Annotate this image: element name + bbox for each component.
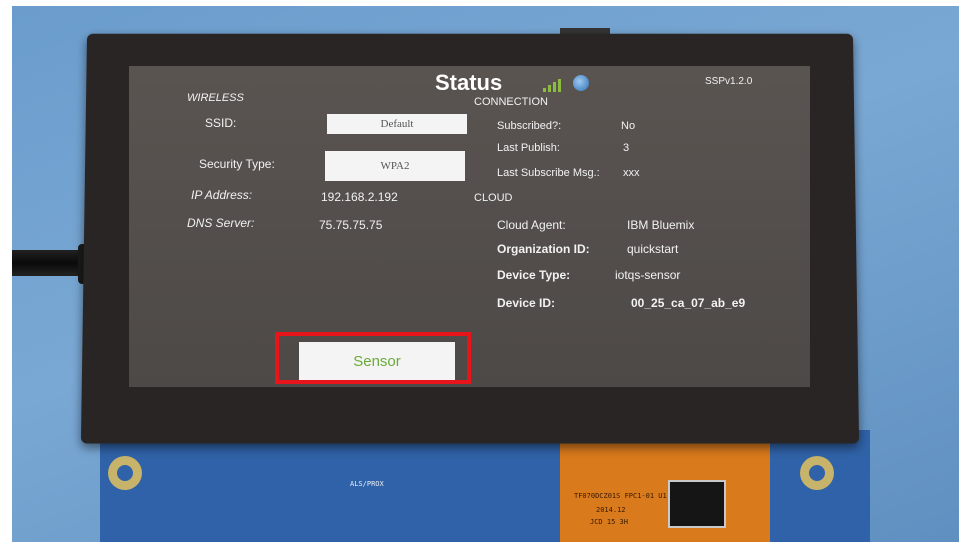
image-border bbox=[0, 0, 967, 548]
